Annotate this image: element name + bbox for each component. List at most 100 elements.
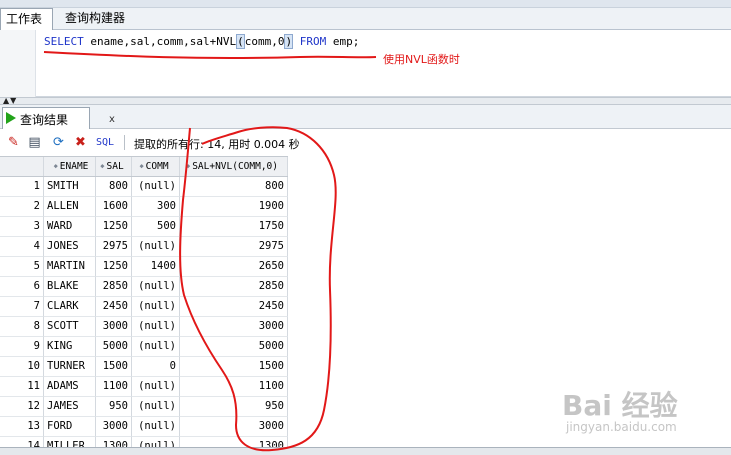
cell-ename[interactable]: WARD	[44, 217, 96, 237]
cell-sal[interactable]: 800	[96, 177, 132, 197]
cell-total[interactable]: 800	[180, 177, 288, 197]
table-row[interactable]: 13 FORD 3000 (null) 3000	[0, 417, 288, 437]
cell-comm[interactable]: (null)	[132, 177, 180, 197]
cell-sal[interactable]: 2975	[96, 237, 132, 257]
cell-comm[interactable]: (null)	[132, 377, 180, 397]
horizontal-scrollbar[interactable]	[0, 447, 731, 455]
cell-sal[interactable]: 1100	[96, 377, 132, 397]
table-row[interactable]: 5 MARTIN 1250 1400 2650	[0, 257, 288, 277]
cell-comm[interactable]: (null)	[132, 297, 180, 317]
cell-comm[interactable]: (null)	[132, 317, 180, 337]
cell-ename[interactable]: SMITH	[44, 177, 96, 197]
cell-total[interactable]: 1500	[180, 357, 288, 377]
cell-total[interactable]: 3000	[180, 417, 288, 437]
cell-total[interactable]: 2650	[180, 257, 288, 277]
cell-ename[interactable]: MARTIN	[44, 257, 96, 277]
cell-ename[interactable]: MILLER	[44, 437, 96, 447]
cell-ename[interactable]: ALLEN	[44, 197, 96, 217]
cell-sal[interactable]: 1300	[96, 437, 132, 447]
sort-icon[interactable]: ◆	[54, 162, 58, 170]
cell-sal[interactable]: 1600	[96, 197, 132, 217]
refresh-icon[interactable]: ⟳	[51, 135, 66, 150]
cell-total[interactable]: 1300	[180, 437, 288, 447]
cell-total[interactable]: 2975	[180, 237, 288, 257]
cell-comm[interactable]: 0	[132, 357, 180, 377]
cell-ename[interactable]: BLAKE	[44, 277, 96, 297]
cell-ename[interactable]: ADAMS	[44, 377, 96, 397]
cell-comm[interactable]: (null)	[132, 337, 180, 357]
column-header-total[interactable]: ◆ SAL+NVL(COMM,0)	[180, 157, 288, 176]
cell-total[interactable]: 950	[180, 397, 288, 417]
column-header-sal[interactable]: ◆ SAL	[96, 157, 132, 176]
cell-total[interactable]: 2450	[180, 297, 288, 317]
table-row[interactable]: 9 KING 5000 (null) 5000	[0, 337, 288, 357]
table-row[interactable]: 8 SCOTT 3000 (null) 3000	[0, 317, 288, 337]
sql-keyword-from: FROM	[299, 35, 327, 48]
cell-ename[interactable]: SCOTT	[44, 317, 96, 337]
tab-worksheet[interactable]: 工作表	[0, 8, 53, 30]
cell-sal[interactable]: 3000	[96, 417, 132, 437]
sort-icon[interactable]: ◆	[100, 162, 104, 170]
cell-total[interactable]: 3000	[180, 317, 288, 337]
cell-total[interactable]: 1900	[180, 197, 288, 217]
panel-splitter[interactable]: ▲▼	[0, 96, 731, 105]
cell-total[interactable]: 2850	[180, 277, 288, 297]
cell-sal[interactable]: 1500	[96, 357, 132, 377]
cell-comm[interactable]: (null)	[132, 397, 180, 417]
cell-total[interactable]: 1100	[180, 377, 288, 397]
cell-sal[interactable]: 950	[96, 397, 132, 417]
sql-statement-line[interactable]: SELECT ename,sal,comm,sal+NVL(comm,0) FR…	[44, 33, 359, 51]
cell-comm[interactable]: (null)	[132, 417, 180, 437]
cell-ename[interactable]: FORD	[44, 417, 96, 437]
table-row[interactable]: 10 TURNER 1500 0 1500	[0, 357, 288, 377]
tab-query-results[interactable]: 查询结果 x	[2, 107, 115, 129]
table-row[interactable]: 11 ADAMS 1100 (null) 1100	[0, 377, 288, 397]
sql-button[interactable]: SQL	[96, 137, 114, 148]
table-row[interactable]: 4 JONES 2975 (null) 2975	[0, 237, 288, 257]
table-row[interactable]: 3 WARD 1250 500 1750	[0, 217, 288, 237]
close-icon[interactable]: x	[109, 114, 115, 125]
pin-icon[interactable]: ✎	[6, 135, 21, 150]
toolbar-separator	[124, 135, 125, 150]
table-row[interactable]: 2 ALLEN 1600 300 1900	[0, 197, 288, 217]
tab-query-builder[interactable]: 查询构建器	[60, 8, 160, 30]
cell-sal[interactable]: 1250	[96, 217, 132, 237]
cell-ename[interactable]: TURNER	[44, 357, 96, 377]
cell-comm[interactable]: (null)	[132, 437, 180, 447]
table-row[interactable]: 14 MILLER 1300 (null) 1300	[0, 437, 288, 447]
sql-editor[interactable]: SELECT ename,sal,comm,sal+NVL(comm,0) FR…	[0, 30, 731, 97]
cell-comm[interactable]: (null)	[132, 237, 180, 257]
cell-comm[interactable]: 300	[132, 197, 180, 217]
cell-ename[interactable]: JONES	[44, 237, 96, 257]
column-header-comm[interactable]: ◆ COMM	[132, 157, 180, 176]
cell-total[interactable]: 1750	[180, 217, 288, 237]
cell-ename[interactable]: JAMES	[44, 397, 96, 417]
row-number: 11	[0, 377, 44, 397]
print-icon[interactable]: ▤	[27, 135, 42, 150]
editor-tab-bar: 工作表 查询构建器	[0, 8, 731, 30]
sort-icon[interactable]: ◆	[186, 162, 190, 170]
cell-comm[interactable]: (null)	[132, 277, 180, 297]
cell-total[interactable]: 5000	[180, 337, 288, 357]
cell-sal[interactable]: 2850	[96, 277, 132, 297]
sql-columns: ename,sal,comm,sal+NVL	[83, 35, 237, 48]
tab-query-builder-label: 查询构建器	[65, 11, 126, 25]
cell-comm[interactable]: 500	[132, 217, 180, 237]
cell-sal[interactable]: 1250	[96, 257, 132, 277]
delete-icon[interactable]: ✖	[73, 135, 88, 150]
row-number: 9	[0, 337, 44, 357]
cell-sal[interactable]: 5000	[96, 337, 132, 357]
cell-comm[interactable]: 1400	[132, 257, 180, 277]
sort-icon[interactable]: ◆	[139, 162, 143, 170]
row-number: 10	[0, 357, 44, 377]
table-row[interactable]: 6 BLAKE 2850 (null) 2850	[0, 277, 288, 297]
table-row[interactable]: 1 SMITH 800 (null) 800	[0, 177, 288, 197]
table-row[interactable]: 7 CLARK 2450 (null) 2450	[0, 297, 288, 317]
table-row[interactable]: 12 JAMES 950 (null) 950	[0, 397, 288, 417]
cell-sal[interactable]: 3000	[96, 317, 132, 337]
cell-sal[interactable]: 2450	[96, 297, 132, 317]
sql-table: emp;	[326, 35, 360, 48]
column-header-ename[interactable]: ◆ ENAME	[44, 157, 96, 176]
cell-ename[interactable]: CLARK	[44, 297, 96, 317]
cell-ename[interactable]: KING	[44, 337, 96, 357]
